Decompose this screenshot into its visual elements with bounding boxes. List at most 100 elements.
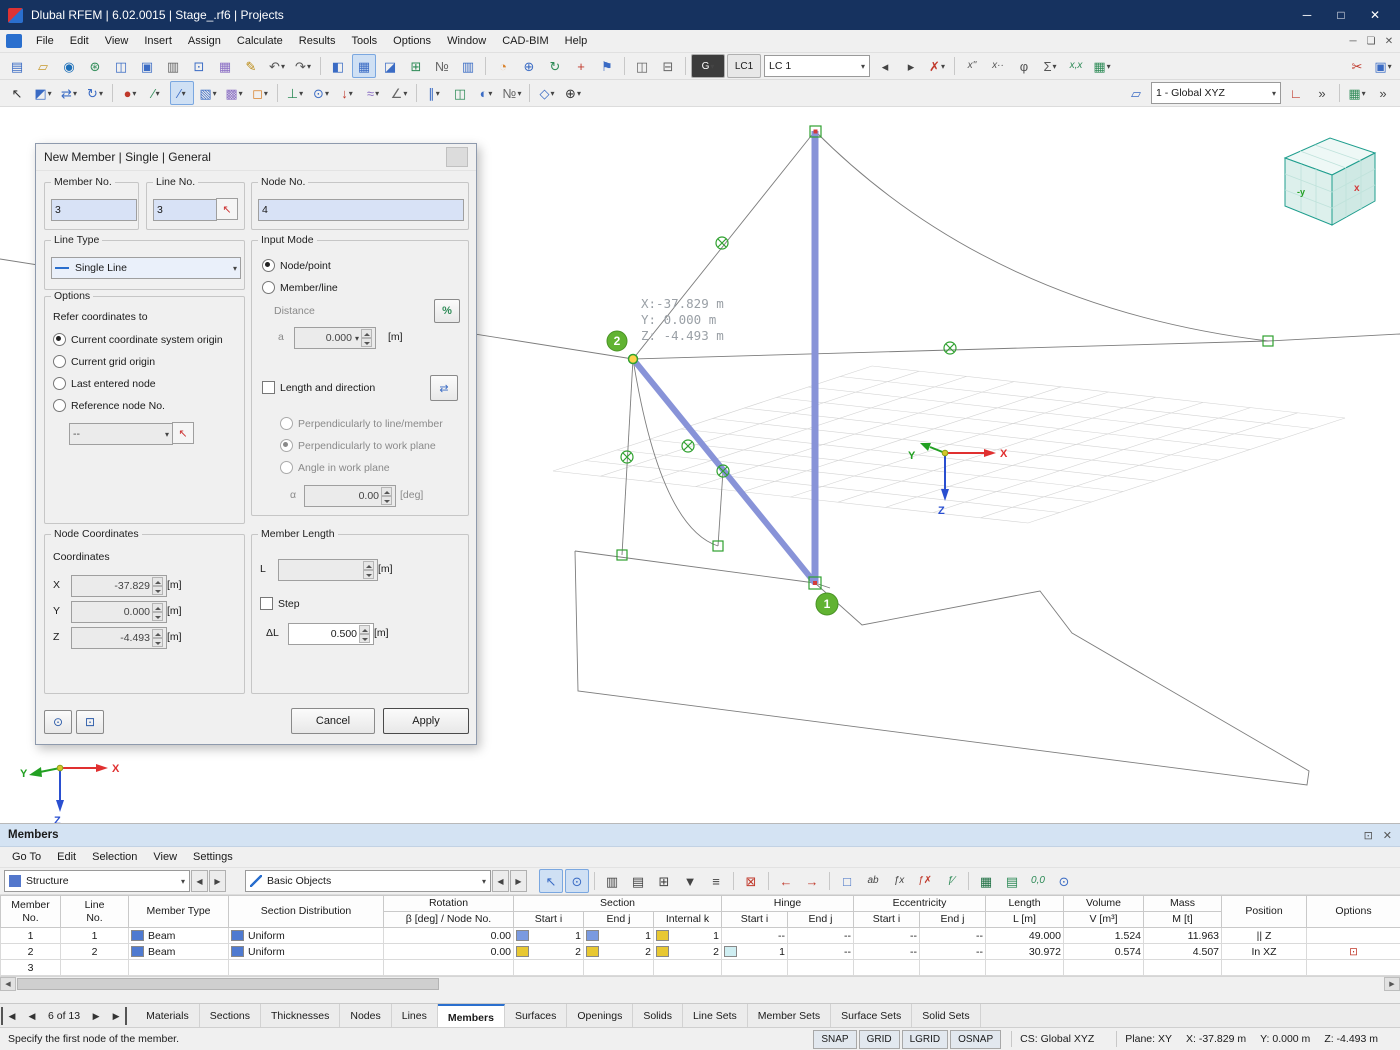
app-menu-icon[interactable]	[6, 34, 22, 48]
save-icon[interactable]: ▣	[135, 54, 159, 78]
col-options[interactable]: Options	[1306, 894, 1400, 929]
cell-section-start[interactable]: 1	[513, 927, 584, 945]
objects-combo[interactable]: Basic Objects ▾	[245, 870, 491, 892]
guidelines-icon[interactable]: ∥ ▾	[422, 81, 446, 105]
last-row-button[interactable]: ▶	[107, 1007, 128, 1025]
cell-section-distribution[interactable]	[228, 959, 384, 977]
radio-current-grid-origin[interactable]: Current grid origin	[53, 355, 155, 368]
viewport-3d[interactable]: 2 1 X:-37.829 m Y: 0.000 m Z: -4.493 m X…	[0, 107, 1400, 826]
radio-angle-work-plane[interactable]: Angle in work plane	[280, 461, 390, 474]
panel-menu-selection[interactable]: Selection	[84, 848, 145, 866]
col-member-type[interactable]: Member Type	[128, 894, 229, 929]
menu-item-options[interactable]: Options	[385, 32, 439, 50]
cell-member-type[interactable]: Beam	[128, 927, 229, 945]
insert-row-icon[interactable]: ⊞	[652, 869, 676, 893]
col-section-distribution[interactable]: Section Distribution	[228, 894, 384, 929]
panel-float-icon[interactable]: ⊡	[1364, 829, 1373, 842]
numbering-icon[interactable]: № ▾	[500, 81, 524, 105]
cell-section-internal[interactable]: 1	[653, 927, 722, 945]
result-values-icon[interactable]: x,x	[1064, 54, 1088, 78]
cell-member-no[interactable]: 1	[0, 927, 61, 945]
previous-load-case-icon[interactable]: ◂	[873, 54, 897, 78]
cell-length[interactable]: 49.000	[985, 927, 1064, 945]
work-plane-select-icon[interactable]: ▱	[1124, 81, 1148, 105]
tab-openings[interactable]: Openings	[567, 1004, 634, 1027]
objects-prev-button[interactable]: ◀	[492, 870, 509, 892]
z-coordinate-field[interactable]: -4.493	[71, 627, 167, 649]
cell-ecc-end[interactable]: --	[919, 943, 986, 961]
select-special-icon[interactable]: ◩ ▾	[31, 81, 55, 105]
panel-menu-edit[interactable]: Edit	[49, 848, 84, 866]
rename-cell-icon[interactable]: ab	[861, 869, 885, 893]
tab-thicknesses[interactable]: Thicknesses	[261, 1004, 341, 1027]
col-section[interactable]: Section	[513, 894, 722, 913]
step-checkbox[interactable]: Step	[260, 597, 300, 610]
menu-item-help[interactable]: Help	[557, 32, 596, 50]
snap-pointer-icon[interactable]: +	[569, 54, 593, 78]
plane-axes-icon[interactable]: ∟	[1284, 81, 1308, 105]
col-volume[interactable]: Volume	[1063, 894, 1144, 913]
calculate-phi-icon[interactable]: φ	[1012, 54, 1036, 78]
col-mass[interactable]: Mass	[1143, 894, 1222, 913]
toggle-lgrid[interactable]: LGRID	[901, 1029, 949, 1049]
new-node-icon[interactable]: ● ▾	[118, 81, 142, 105]
table-row[interactable]: 3	[0, 959, 1400, 977]
col-member-no[interactable]: Member No.	[0, 894, 61, 929]
apply-button[interactable]: Apply	[383, 708, 469, 734]
node-no-field[interactable]: 4	[258, 199, 464, 221]
formula-edit-icon[interactable]: ƒ∕	[939, 869, 963, 893]
status-plane[interactable]: Plane: XY	[1125, 1033, 1172, 1045]
radio-reference-node[interactable]: Reference node No.	[53, 399, 165, 412]
marker-circle-x[interactable]	[943, 341, 957, 355]
cell-line-no[interactable]	[60, 959, 129, 977]
tab-members[interactable]: Members	[437, 1004, 505, 1029]
cell-hinge-start[interactable]	[721, 959, 788, 977]
col-section-internal[interactable]: Internal k	[653, 911, 722, 929]
status-cs[interactable]: CS: Global XYZ	[1020, 1033, 1094, 1045]
empty-cells-icon[interactable]: □	[835, 869, 859, 893]
new-line-icon[interactable]: ∕ ▾	[144, 81, 168, 105]
tab-nodes[interactable]: Nodes	[340, 1004, 392, 1027]
alpha-field[interactable]: 0.00	[304, 485, 396, 507]
ole-link-icon[interactable]: ▤	[1000, 869, 1024, 893]
move-copy-icon[interactable]: ⇄ ▾	[57, 81, 81, 105]
result-diagrams-icon[interactable]: ◪	[378, 54, 402, 78]
tab-solids[interactable]: Solids	[633, 1004, 683, 1027]
new-surface-icon[interactable]: ▧ ▾	[196, 81, 220, 105]
calculate-xdot-icon[interactable]: x··	[986, 54, 1010, 78]
visibility-icon[interactable]: ◐ ▾	[474, 81, 498, 105]
cell-rotation[interactable]	[383, 959, 514, 977]
cell-options[interactable]: ⊡	[1306, 943, 1400, 961]
toggle-osnap[interactable]: OSNAP	[950, 1029, 1002, 1049]
toggle-grid[interactable]: GRID	[858, 1029, 900, 1049]
expand-button[interactable]: ⇄	[430, 375, 458, 401]
cell-position[interactable]: || Z	[1221, 927, 1307, 945]
scroll-right-icon[interactable]: ▶	[1384, 977, 1400, 992]
col-hinge-end[interactable]: End j	[787, 911, 854, 929]
menu-item-assign[interactable]: Assign	[180, 32, 229, 50]
new-member-icon[interactable]: ∕ ▾	[170, 81, 194, 105]
cell-section-end[interactable]: 1	[583, 927, 654, 945]
cell-section-start[interactable]	[513, 959, 584, 977]
isometric-view-icon[interactable]: ◇ ▾	[535, 81, 559, 105]
select-icon[interactable]: ↖	[5, 81, 29, 105]
cell-volume[interactable]	[1063, 959, 1144, 977]
col-ecc-end[interactable]: End j	[919, 911, 986, 929]
dialog-title-bar[interactable]: New Member | Single | General	[36, 144, 476, 171]
templates-icon[interactable]: ▦	[213, 54, 237, 78]
cell-mass[interactable]	[1143, 959, 1222, 977]
x-coordinate-field[interactable]: -37.829	[71, 575, 167, 597]
new-solid-icon[interactable]: ▩ ▾	[222, 81, 246, 105]
mdi-minimize-icon[interactable]: ─	[1344, 36, 1362, 47]
cell-line-no[interactable]: 2	[60, 943, 129, 961]
cancel-button[interactable]: Cancel	[291, 708, 375, 734]
scroll-left-icon[interactable]: ◀	[0, 977, 16, 992]
first-row-button[interactable]: ◀	[1, 1007, 21, 1025]
step-field[interactable]: 0.500	[288, 623, 374, 645]
new-support-icon[interactable]: ⊥ ▾	[283, 81, 307, 105]
copy-icon[interactable]: ⊡	[187, 54, 211, 78]
table-columns-icon[interactable]: ▥	[600, 869, 624, 893]
cell-length[interactable]: 30.972	[985, 943, 1064, 961]
col-line-no[interactable]: Line No.	[60, 894, 129, 929]
tab-surface-sets[interactable]: Surface Sets	[831, 1004, 913, 1027]
